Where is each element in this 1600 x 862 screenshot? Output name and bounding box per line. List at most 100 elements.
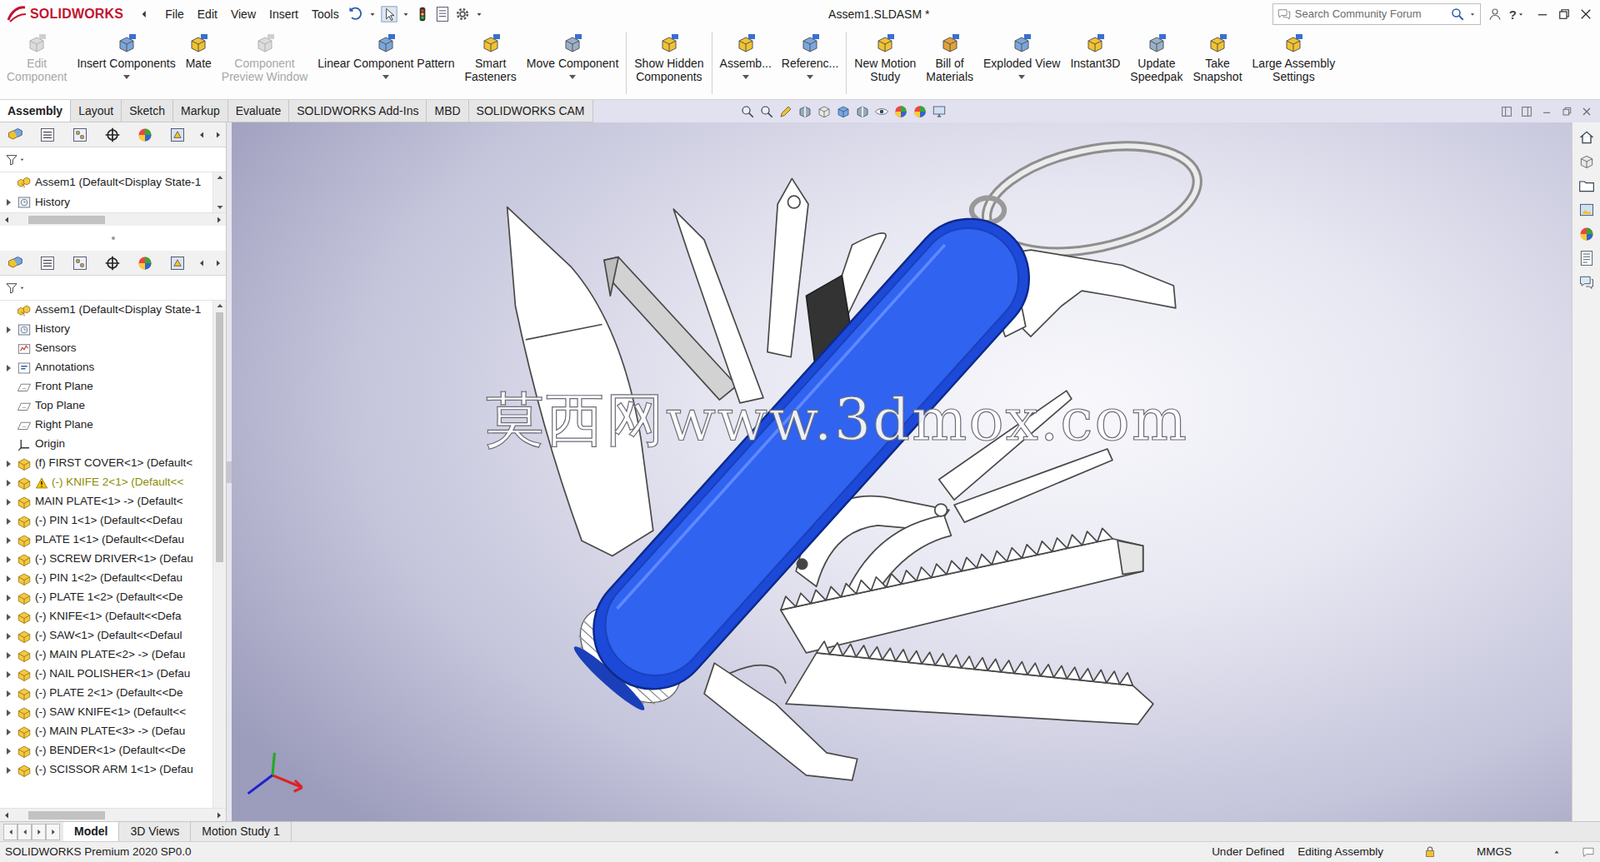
dropdown-caret-icon[interactable]	[1468, 10, 1477, 19]
expand-toggle[interactable]	[3, 746, 14, 757]
tree-item[interactable]: (-) BENDER<1> (Default<<De	[0, 741, 213, 761]
ribbon-button[interactable]: Linear Component Pattern	[312, 31, 460, 81]
command-tab[interactable]: SOLIDWORKS Add-Ins	[289, 100, 427, 122]
split-left-icon[interactable]	[1500, 105, 1514, 119]
expand-toggle[interactable]	[3, 459, 14, 470]
display-manager-icon[interactable]	[136, 255, 154, 272]
expand-toggle[interactable]	[3, 650, 14, 661]
expand-toggle[interactable]	[3, 177, 14, 188]
ribbon-button[interactable]: ComponentPreview Window	[216, 31, 313, 95]
rebuild-status-icon[interactable]	[1423, 845, 1437, 860]
tree-item[interactable]: (-) SCREW DRIVER<1> (Defau	[0, 550, 213, 570]
search-input[interactable]	[1295, 5, 1447, 23]
tree-filter[interactable]	[0, 147, 226, 173]
user-icon[interactable]	[1487, 6, 1503, 22]
quick-access-button[interactable]	[432, 5, 453, 23]
tree-item[interactable]: Sensors	[0, 339, 213, 359]
tree-item[interactable]: Assem1 (Default<Display State-1	[0, 172, 213, 193]
tree-item[interactable]: Annotations	[0, 358, 213, 378]
tree-item[interactable]: (-) MAIN PLATE<3> -> (Defau	[0, 722, 213, 742]
zoom-to-fit-icon[interactable]	[740, 104, 755, 120]
tree-item[interactable]: Front Plane	[0, 377, 213, 397]
ribbon-button[interactable]: Bill ofMaterials	[920, 31, 979, 95]
model-tab[interactable]: Model	[63, 822, 120, 842]
swiss-knife-model[interactable]	[231, 122, 1572, 822]
help-text[interactable]: ?	[1509, 8, 1517, 21]
display-manager-icon[interactable]	[136, 126, 154, 144]
ribbon-button[interactable]: New MotionStudy	[849, 31, 921, 95]
tree-item[interactable]: MAIN PLATE<1> -> (Default<	[0, 492, 213, 512]
ribbon-button[interactable]: TakeSnapshot	[1187, 31, 1247, 95]
expand-toggle[interactable]	[3, 325, 14, 335]
expand-toggle[interactable]	[3, 363, 14, 374]
command-tab[interactable]: MBD	[426, 100, 469, 122]
dropdown-caret[interactable]	[1018, 75, 1025, 80]
hide-show-icon[interactable]	[874, 104, 890, 120]
expand-toggle[interactable]	[3, 631, 14, 642]
tree-item[interactable]: (-) MAIN PLATE<2> -> (Defau	[0, 645, 213, 665]
help-button[interactable]: ?	[1509, 8, 1525, 21]
expand-toggle[interactable]	[3, 305, 14, 316]
dynamic-annotation-icon[interactable]	[816, 104, 832, 120]
custom-properties-icon[interactable]	[1578, 250, 1595, 267]
zoom-area-icon[interactable]	[759, 104, 775, 120]
close-icon[interactable]	[1578, 6, 1594, 22]
quick-tips-icon[interactable]	[1581, 845, 1595, 860]
tree-item[interactable]: (-) SAW KNIFE<1> (Default<<	[0, 703, 213, 723]
ribbon-button[interactable]: Large AssemblySettings	[1247, 31, 1341, 95]
dropdown-caret[interactable]	[382, 75, 390, 80]
tree-item[interactable]: (-) PLATE 1<2> (Default<<De	[0, 588, 213, 608]
tab-nav-button[interactable]	[31, 824, 46, 841]
property-manager-icon[interactable]	[39, 255, 56, 272]
graphics-viewport[interactable]: 莫西网www.3dmox.com	[231, 122, 1572, 822]
view-orientation-icon[interactable]	[835, 104, 851, 120]
quick-access-button[interactable]	[412, 5, 433, 23]
tab-nav-button[interactable]	[3, 824, 18, 841]
app-logo[interactable]: SOLIDWORKS	[0, 4, 137, 25]
filter-funnel-icon[interactable]	[5, 281, 19, 295]
ribbon-button[interactable]: UpdateSpeedpak	[1125, 31, 1188, 95]
expand-toggle[interactable]	[3, 440, 14, 450]
scroll-left-icon[interactable]	[1, 810, 12, 821]
expand-toggle[interactable]	[3, 555, 14, 565]
tree-item[interactable]: (-) KNIFE<1> (Default<<Defa	[0, 607, 213, 627]
dropdown-caret[interactable]	[742, 75, 750, 80]
forum-icon[interactable]	[1578, 274, 1595, 291]
tree-filter[interactable]	[0, 275, 226, 301]
expand-toggle[interactable]	[3, 497, 14, 508]
file-explorer-icon[interactable]	[1578, 177, 1595, 195]
filter-funnel-icon[interactable]	[5, 153, 19, 167]
tree-item[interactable]: (-) KNIFE 2<1> (Default<<	[0, 473, 213, 493]
menu-item[interactable]: File	[158, 5, 191, 24]
scroll-left-icon[interactable]	[196, 258, 207, 269]
viewport-close-icon[interactable]	[1580, 105, 1594, 119]
panel-splitter[interactable]	[0, 225, 226, 251]
dimxpert-icon[interactable]	[104, 255, 121, 272]
minimize-icon[interactable]	[1535, 6, 1550, 22]
expand-toggle[interactable]	[3, 478, 14, 489]
design-library-icon[interactable]	[1578, 153, 1595, 170]
ribbon-button[interactable]: Mate	[180, 31, 217, 81]
ribbon-button[interactable]: SmartFasteners	[460, 31, 522, 95]
command-tab[interactable]: Layout	[70, 100, 122, 122]
scroll-left-icon[interactable]	[196, 130, 207, 140]
ribbon-button[interactable]: Show HiddenComponents	[629, 31, 709, 95]
scroll-right-icon[interactable]	[213, 130, 224, 140]
command-tab[interactable]: Sketch	[121, 100, 174, 122]
tree-item[interactable]: Assem1 (Default<Display State-1	[0, 300, 213, 320]
property-manager-icon[interactable]	[39, 126, 56, 144]
menu-item[interactable]: Tools	[305, 5, 346, 24]
feature-manager-icon[interactable]	[6, 255, 24, 272]
ribbon-button[interactable]: Instant3D	[1065, 31, 1125, 81]
viewport-restore-icon[interactable]	[1560, 105, 1574, 119]
scrollbar-thumb[interactable]	[28, 215, 105, 225]
command-tab[interactable]: Markup	[173, 100, 229, 122]
scrollbar-thumb[interactable]	[28, 811, 105, 820]
ribbon-button[interactable]: Exploded View	[978, 31, 1065, 81]
expand-toggle[interactable]	[3, 765, 14, 776]
tree-item[interactable]: (f) FIRST COVER<1> (Default<	[0, 454, 213, 474]
scroll-right-icon[interactable]	[213, 258, 224, 269]
dropdown-caret[interactable]	[123, 75, 130, 80]
viewport-minimize-icon[interactable]	[1540, 105, 1554, 119]
section-view-icon[interactable]	[797, 104, 813, 120]
